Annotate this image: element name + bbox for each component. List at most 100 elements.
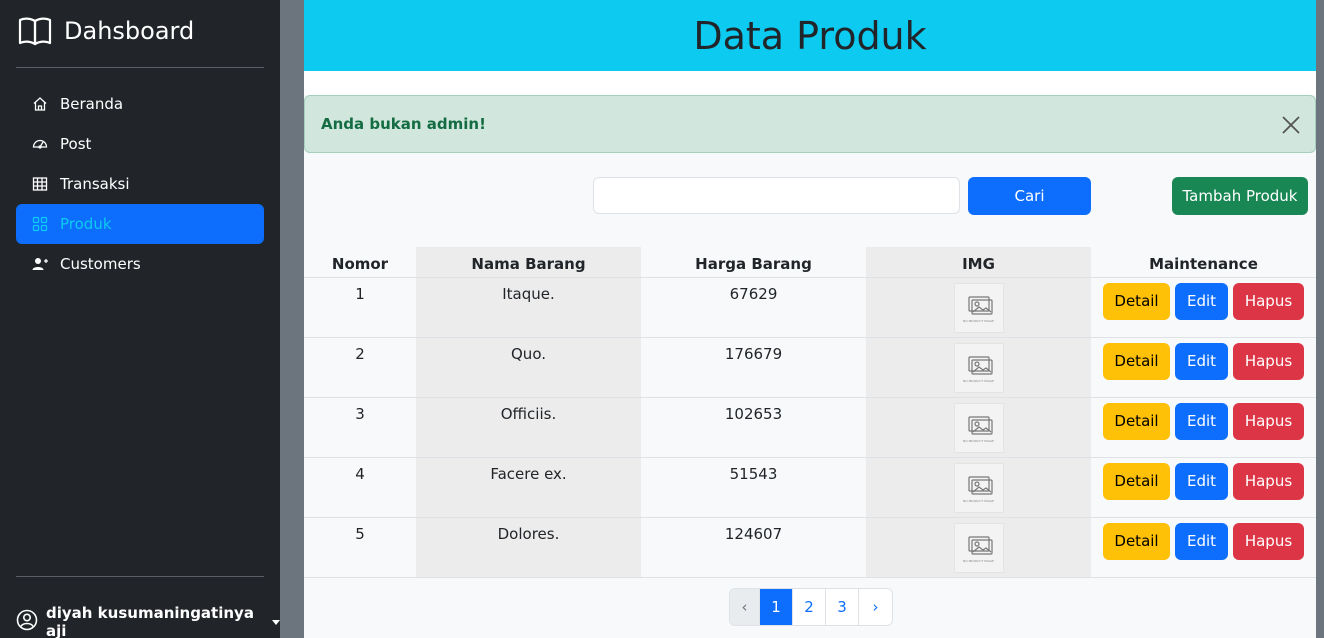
cell-actions: Detail Edit Hapus [1091, 337, 1316, 398]
add-product-button[interactable]: Tambah Produk [1172, 177, 1308, 215]
sidebar-divider [16, 67, 264, 68]
search-input[interactable] [593, 177, 960, 214]
no-image-label: NO PRODUCT IMAGE [963, 378, 994, 383]
column-header-img: IMG [866, 247, 1091, 278]
detail-button[interactable]: Detail [1103, 342, 1170, 380]
no-image-placeholder: NO PRODUCT IMAGE [953, 462, 1004, 513]
sidebar-item-post[interactable]: Post [16, 124, 264, 164]
people-icon [32, 256, 48, 272]
sidebar-item-beranda[interactable]: Beranda [16, 84, 264, 124]
delete-button[interactable]: Hapus [1233, 342, 1304, 380]
delete-button[interactable]: Hapus [1233, 462, 1304, 500]
home-icon [32, 96, 48, 112]
close-icon[interactable] [1281, 115, 1301, 135]
cell-price: 176679 [641, 337, 866, 398]
no-image-label: NO PRODUCT IMAGE [963, 438, 994, 443]
pagination-page-1[interactable]: 1 [760, 589, 793, 625]
cell-number: 3 [304, 397, 416, 458]
cell-number: 5 [304, 517, 416, 578]
detail-button[interactable]: Detail [1103, 522, 1170, 560]
column-header-harga: Harga Barang [641, 247, 866, 278]
pagination-page-3[interactable]: 3 [826, 589, 859, 625]
detail-button[interactable]: Detail [1103, 402, 1170, 440]
brand[interactable]: Dahsboard [18, 16, 194, 46]
no-image-label: NO PRODUCT IMAGE [963, 498, 994, 503]
caret-down-icon [272, 619, 280, 625]
table-row: 2 Quo. 176679 NO PRODUCT IMAGE Detail Ed… [304, 337, 1316, 398]
cell-price: 124607 [641, 517, 866, 578]
table-row: 1 Itaque. 67629 NO PRODUCT IMAGE Detail … [304, 277, 1316, 338]
product-table: Nomor Nama Barang Harga Barang IMG Maint… [304, 247, 1316, 578]
cell-price: 102653 [641, 397, 866, 458]
table-row: 3 Officiis. 102653 NO PRODUCT IMAGE Deta… [304, 397, 1316, 458]
cell-actions: Detail Edit Hapus [1091, 277, 1316, 338]
page-header: Data Produk [304, 0, 1316, 71]
sidebar-item-label: Customers [60, 255, 141, 273]
table-row: 5 Dolores. 124607 NO PRODUCT IMAGE Detai… [304, 517, 1316, 578]
cell-price: 67629 [641, 277, 866, 338]
cell-name: Dolores. [416, 517, 641, 578]
delete-button[interactable]: Hapus [1233, 522, 1304, 560]
cell-name: Itaque. [416, 277, 641, 338]
column-header-maintenance: Maintenance [1091, 247, 1316, 278]
table-row: 4 Facere ex. 51543 NO PRODUCT IMAGE Deta… [304, 457, 1316, 518]
pagination: ‹ 1 2 3 › [729, 588, 893, 626]
cell-name: Quo. [416, 337, 641, 398]
edit-button[interactable]: Edit [1175, 402, 1228, 440]
detail-button[interactable]: Detail [1103, 462, 1170, 500]
cell-image: NO PRODUCT IMAGE [866, 517, 1091, 578]
brand-title: Dahsboard [64, 17, 195, 45]
edit-button[interactable]: Edit [1175, 462, 1228, 500]
cell-number: 4 [304, 457, 416, 518]
table-icon [32, 176, 48, 192]
table-header-row: Nomor Nama Barang Harga Barang IMG Maint… [304, 247, 1316, 278]
user-avatar-icon [16, 609, 38, 635]
sidebar-item-label: Post [60, 135, 92, 153]
grid-icon [32, 216, 48, 232]
no-image-label: NO PRODUCT IMAGE [963, 558, 994, 563]
user-name: diyah kusumaningatinya aji [46, 604, 254, 638]
sidebar-item-produk[interactable]: Produk [16, 204, 264, 244]
main-content: Data Produk Anda bukan admin! Cari Tamba… [304, 0, 1316, 638]
cell-image: NO PRODUCT IMAGE [866, 457, 1091, 518]
search-button[interactable]: Cari [968, 177, 1091, 215]
no-image-placeholder: NO PRODUCT IMAGE [953, 402, 1004, 453]
column-header-nomor: Nomor [304, 247, 416, 278]
delete-button[interactable]: Hapus [1233, 282, 1304, 320]
cell-number: 1 [304, 277, 416, 338]
pagination-prev[interactable]: ‹ [730, 589, 760, 625]
alert-success: Anda bukan admin! [304, 95, 1316, 153]
cell-actions: Detail Edit Hapus [1091, 397, 1316, 458]
cell-number: 2 [304, 337, 416, 398]
cell-actions: Detail Edit Hapus [1091, 457, 1316, 518]
edit-button[interactable]: Edit [1175, 342, 1228, 380]
cell-image: NO PRODUCT IMAGE [866, 277, 1091, 338]
column-header-nama: Nama Barang [416, 247, 641, 278]
sidebar-nav: Beranda Post Transaksi Produk Customers [16, 84, 264, 284]
sidebar-item-transaksi[interactable]: Transaksi [16, 164, 264, 204]
cell-name: Facere ex. [416, 457, 641, 518]
sidebar-item-label: Transaksi [60, 175, 130, 193]
no-image-label: NO PRODUCT IMAGE [963, 318, 994, 323]
cell-name: Officiis. [416, 397, 641, 458]
no-image-placeholder: NO PRODUCT IMAGE [953, 342, 1004, 393]
alert-message: Anda bukan admin! [321, 115, 486, 133]
edit-button[interactable]: Edit [1175, 522, 1228, 560]
sidebar-item-label: Produk [60, 215, 112, 233]
cell-image: NO PRODUCT IMAGE [866, 337, 1091, 398]
pagination-page-2[interactable]: 2 [793, 589, 826, 625]
sidebar: Dahsboard Beranda Post Transaksi Produk [0, 0, 280, 638]
cell-actions: Detail Edit Hapus [1091, 517, 1316, 578]
sidebar-item-customers[interactable]: Customers [16, 244, 264, 284]
no-image-placeholder: NO PRODUCT IMAGE [953, 282, 1004, 333]
page-title: Data Produk [693, 13, 927, 58]
edit-button[interactable]: Edit [1175, 282, 1228, 320]
cell-image: NO PRODUCT IMAGE [866, 397, 1091, 458]
header-spacer [304, 71, 1316, 95]
no-image-placeholder: NO PRODUCT IMAGE [953, 522, 1004, 573]
sidebar-item-label: Beranda [60, 95, 124, 113]
user-menu[interactable]: diyah kusumaningatinya aji [16, 604, 280, 638]
delete-button[interactable]: Hapus [1233, 402, 1304, 440]
pagination-next[interactable]: › [859, 589, 892, 625]
detail-button[interactable]: Detail [1103, 282, 1170, 320]
